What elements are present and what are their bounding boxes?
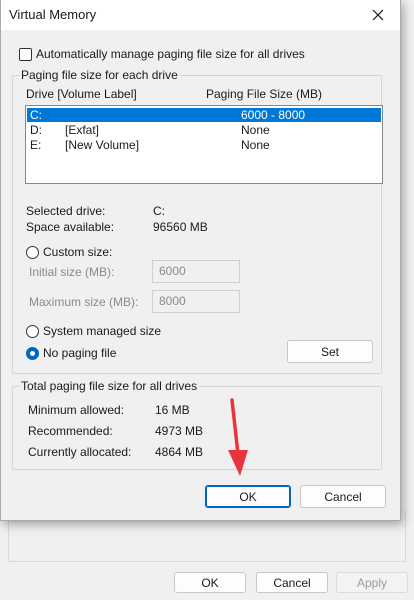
minimum-allowed-label: Minimum allowed: xyxy=(28,403,125,417)
virtual-memory-dialog: Virtual Memory Automatically manage pagi… xyxy=(0,0,401,521)
maximum-size-input: 8000 xyxy=(152,290,240,313)
initial-size-label: Initial size (MB): xyxy=(29,265,115,279)
custom-size-option[interactable]: Custom size: xyxy=(26,245,112,259)
drive-list[interactable]: C: 6000 - 8000 D: [Exfat] None E: [New V… xyxy=(25,105,383,184)
drive-paging-size: None xyxy=(241,123,270,137)
drive-letter: D: xyxy=(30,123,42,137)
space-available-value: 96560 MB xyxy=(153,220,208,234)
no-paging-label[interactable]: No paging file xyxy=(43,346,116,360)
minimum-allowed-value: 16 MB xyxy=(155,403,190,417)
ok-button[interactable]: OK xyxy=(205,485,291,508)
background-ok-button[interactable]: OK xyxy=(174,572,246,593)
drive-row-c[interactable]: C: 6000 - 8000 xyxy=(27,108,381,122)
auto-manage-row[interactable]: Automatically manage paging file size fo… xyxy=(19,47,305,61)
drive-paging-size: None xyxy=(241,138,270,152)
system-managed-option[interactable]: System managed size xyxy=(26,324,161,338)
recommended-value: 4973 MB xyxy=(155,424,204,438)
system-managed-label[interactable]: System managed size xyxy=(43,324,161,338)
paging-group-title: Paging file size for each drive xyxy=(19,68,180,82)
initial-size-input: 6000 xyxy=(152,260,240,283)
close-icon xyxy=(372,9,384,21)
background-cancel-button[interactable]: Cancel xyxy=(256,572,328,593)
space-available-label: Space available: xyxy=(26,220,115,234)
auto-manage-checkbox[interactable] xyxy=(19,47,32,61)
size-column-header: Paging File Size (MB) xyxy=(206,87,323,101)
drive-column-header: Drive [Volume Label] xyxy=(26,87,137,101)
no-paging-radio[interactable] xyxy=(26,346,39,360)
maximum-size-label: Maximum size (MB): xyxy=(29,295,139,309)
drive-row-e[interactable]: E: [New Volume] None xyxy=(27,138,381,152)
drive-volume-label: [Exfat] xyxy=(65,123,100,137)
close-button[interactable] xyxy=(360,0,396,30)
currently-allocated-value: 4864 MB xyxy=(155,445,204,459)
drive-volume-label: [New Volume] xyxy=(65,138,140,152)
total-group-title: Total paging file size for all drives xyxy=(19,379,200,393)
drive-paging-size: 6000 - 8000 xyxy=(241,108,306,122)
cancel-button[interactable]: Cancel xyxy=(300,485,386,508)
custom-size-label[interactable]: Custom size: xyxy=(43,245,112,259)
custom-size-radio[interactable] xyxy=(26,245,39,259)
title-bar: Virtual Memory xyxy=(1,0,400,30)
system-managed-radio[interactable] xyxy=(26,324,39,338)
background-apply-button: Apply xyxy=(336,572,408,593)
selected-drive-label: Selected drive: xyxy=(26,204,106,218)
red-arrow-icon xyxy=(228,398,248,476)
dialog-title: Virtual Memory xyxy=(9,7,97,22)
currently-allocated-label: Currently allocated: xyxy=(28,445,132,459)
drive-row-d[interactable]: D: [Exfat] None xyxy=(27,123,381,137)
set-button[interactable]: Set xyxy=(287,340,373,363)
no-paging-option[interactable]: No paging file xyxy=(26,346,116,360)
drive-letter: C: xyxy=(30,108,42,122)
recommended-label: Recommended: xyxy=(28,424,113,438)
auto-manage-label[interactable]: Automatically manage paging file size fo… xyxy=(36,47,305,61)
selected-drive-value: C: xyxy=(153,204,165,218)
drive-letter: E: xyxy=(30,138,42,152)
